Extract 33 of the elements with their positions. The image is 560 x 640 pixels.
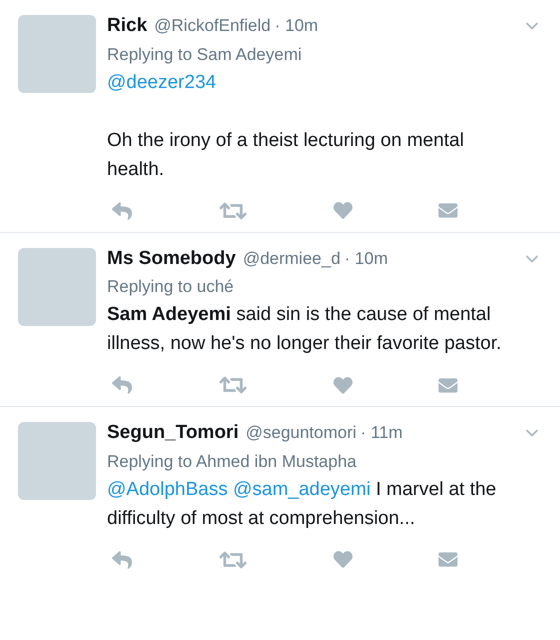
avatar[interactable] [18,15,96,93]
message-icon[interactable] [437,201,459,220]
mention-link[interactable]: @AdolphBass [107,478,228,500]
retweet-icon[interactable] [219,200,247,222]
replying-to: Replying to Sam Adeyemi [107,44,303,66]
tweet-time: · 10m [344,248,388,270]
tweet-text: Sam Adeyemi said sin is the cause of mental illness, now he's no longer their favorite pastor. [107,303,502,356]
avatar[interactable] [18,248,96,326]
reply-icon[interactable] [111,375,133,395]
message-icon[interactable] [437,550,459,569]
display-name: Ms Somebody [107,246,236,270]
replying-to: Replying to Ahmed ibn Mustapha [107,450,358,472]
reply-icon[interactable] [111,550,133,570]
like-icon[interactable] [333,201,353,220]
retweet-icon[interactable] [219,374,247,396]
tweet-time: · 11m [360,422,403,444]
avatar[interactable] [18,422,96,500]
message-icon[interactable] [437,376,459,394]
user-handle: @RickofEnfield [154,15,271,37]
replying-to: Replying to uché [107,276,235,298]
mention-link[interactable]: @deezer234 [107,72,216,92]
user-handle: @seguntomori [246,422,356,444]
display-name: Rick [107,14,148,38]
like-icon[interactable] [333,550,353,569]
tweet-text: @AdolphBass @sam_adeyemi I marvel at the difficulty of most at comprehension... [107,478,498,530]
retweet-icon[interactable] [219,548,247,570]
user-handle: @dermiee_d [242,248,340,270]
reply-icon[interactable] [111,200,133,220]
tweet-text: Oh the irony of a theist lecturing on mental health. [107,128,465,182]
like-icon[interactable] [333,376,353,394]
display-name: Segun_Tomori [107,421,239,445]
tweet-time: · 10m [274,15,318,37]
mention-link[interactable]: @sam_adeyemi [232,478,371,500]
